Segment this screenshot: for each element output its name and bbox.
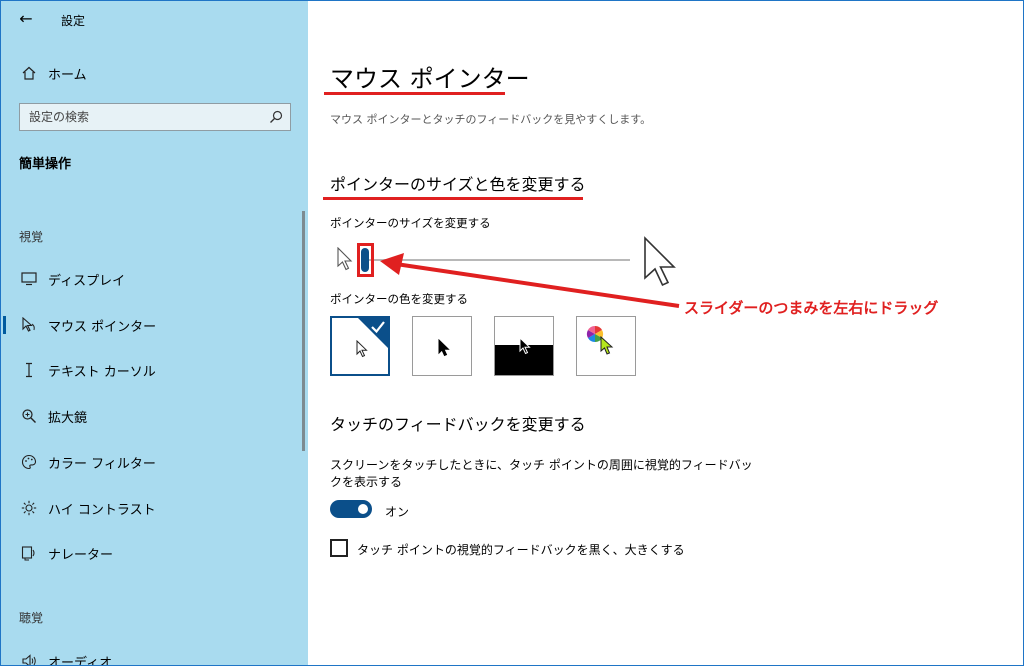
main-content: マウス ポインター マウス ポインターとタッチのフィードバックを見やすくします。… xyxy=(308,1,1023,665)
sidebar-item-display[interactable]: ディスプレイ xyxy=(1,261,301,297)
page-subtitle: マウス ポインターとタッチのフィードバックを見やすくします。 xyxy=(330,113,652,126)
pointer-icon xyxy=(19,315,39,335)
white-pointer-icon xyxy=(356,340,368,358)
size-label: ポインターのサイズを変更する xyxy=(330,216,491,230)
sidebar: ← 設定 ホーム 簡単操作 視覚 ディスプレイ xyxy=(1,1,308,665)
annotation-highlight-box xyxy=(357,243,374,277)
annotation-underline-section xyxy=(323,197,583,200)
annotation-underline-title xyxy=(324,92,505,95)
sidebar-item-label: カラー フィルター xyxy=(48,456,156,472)
active-indicator xyxy=(3,316,6,334)
group-label-vision: 視覚 xyxy=(19,230,44,244)
search-icon[interactable] xyxy=(268,109,284,125)
sidebar-item-label: マウス ポインター xyxy=(48,319,157,335)
section-heading-size-color: ポインターのサイズと色を変更する xyxy=(330,175,586,194)
sidebar-item-label: 拡大鏡 xyxy=(48,410,88,426)
sidebar-item-narrator[interactable]: ナレーター xyxy=(1,535,301,571)
text-cursor-icon xyxy=(19,360,39,380)
sidebar-item-label: ハイ コントラスト xyxy=(48,502,156,518)
sun-icon xyxy=(19,498,39,518)
group-label-hearing: 聴覚 xyxy=(19,611,44,625)
sidebar-item-label: オーディオ xyxy=(48,655,113,666)
annotation-arrow xyxy=(380,253,680,308)
color-option-inverted[interactable] xyxy=(494,316,554,376)
inverted-pointer-icon xyxy=(519,337,531,355)
page-title: マウス ポインター xyxy=(330,65,530,93)
search-input[interactable] xyxy=(20,104,269,130)
checkbox-label: タッチ ポイントの視覚的フィードバックを黒く、大きくする xyxy=(357,543,685,557)
color-label: ポインターの色を変更する xyxy=(330,292,468,306)
speaker-icon xyxy=(19,651,39,665)
palette-icon xyxy=(19,452,39,472)
annotation-text: スライダーのつまみを左右にドラッグ xyxy=(684,299,939,317)
sidebar-item-color-filter[interactable]: カラー フィルター xyxy=(1,444,301,480)
sidebar-item-home[interactable]: ホーム xyxy=(1,55,301,91)
sidebar-item-mouse-pointer[interactable]: マウス ポインター xyxy=(1,307,301,343)
sidebar-item-magnifier[interactable]: 拡大鏡 xyxy=(1,398,301,434)
home-icon xyxy=(19,63,39,83)
sidebar-scrollbar[interactable] xyxy=(302,211,305,451)
search-box[interactable] xyxy=(19,103,291,131)
toggle-knob xyxy=(358,504,368,514)
black-pointer-icon xyxy=(438,339,450,357)
touch-feedback-description: スクリーンをタッチしたときに、タッチ ポイントの周囲に視覚的フィードバックを表示… xyxy=(330,458,753,489)
color-option-black[interactable] xyxy=(412,316,472,376)
monitor-icon xyxy=(19,269,39,289)
color-option-custom[interactable] xyxy=(576,316,636,376)
sidebar-item-label: ディスプレイ xyxy=(48,273,126,289)
custom-pointer-icon xyxy=(600,336,614,355)
sidebar-item-audio[interactable]: オーディオ xyxy=(1,643,301,666)
section-heading-touch: タッチのフィードバックを変更する xyxy=(330,415,586,434)
touch-feedback-toggle[interactable] xyxy=(330,500,372,518)
settings-window: ← 設定 ホーム 簡単操作 視覚 ディスプレイ xyxy=(0,0,1024,666)
color-option-white[interactable] xyxy=(330,316,390,376)
sidebar-item-label: テキスト カーソル xyxy=(48,364,156,380)
toggle-state-label: オン xyxy=(385,505,410,519)
back-arrow-icon: ← xyxy=(19,9,33,28)
sidebar-item-label: ナレーター xyxy=(48,547,114,563)
sidebar-item-high-contrast[interactable]: ハイ コントラスト xyxy=(1,490,301,526)
dark-larger-feedback-checkbox[interactable] xyxy=(330,539,348,557)
magnifier-icon xyxy=(19,406,39,426)
title-bar: ← 設定 xyxy=(1,1,308,37)
app-title: 設定 xyxy=(61,14,86,28)
small-pointer-icon xyxy=(337,246,353,275)
sidebar-item-text-cursor[interactable]: テキスト カーソル xyxy=(1,352,301,388)
narrator-icon xyxy=(19,543,39,563)
back-button[interactable]: ← xyxy=(15,9,37,29)
sidebar-item-label: ホーム xyxy=(48,67,87,83)
section-heading: 簡単操作 xyxy=(19,157,72,172)
